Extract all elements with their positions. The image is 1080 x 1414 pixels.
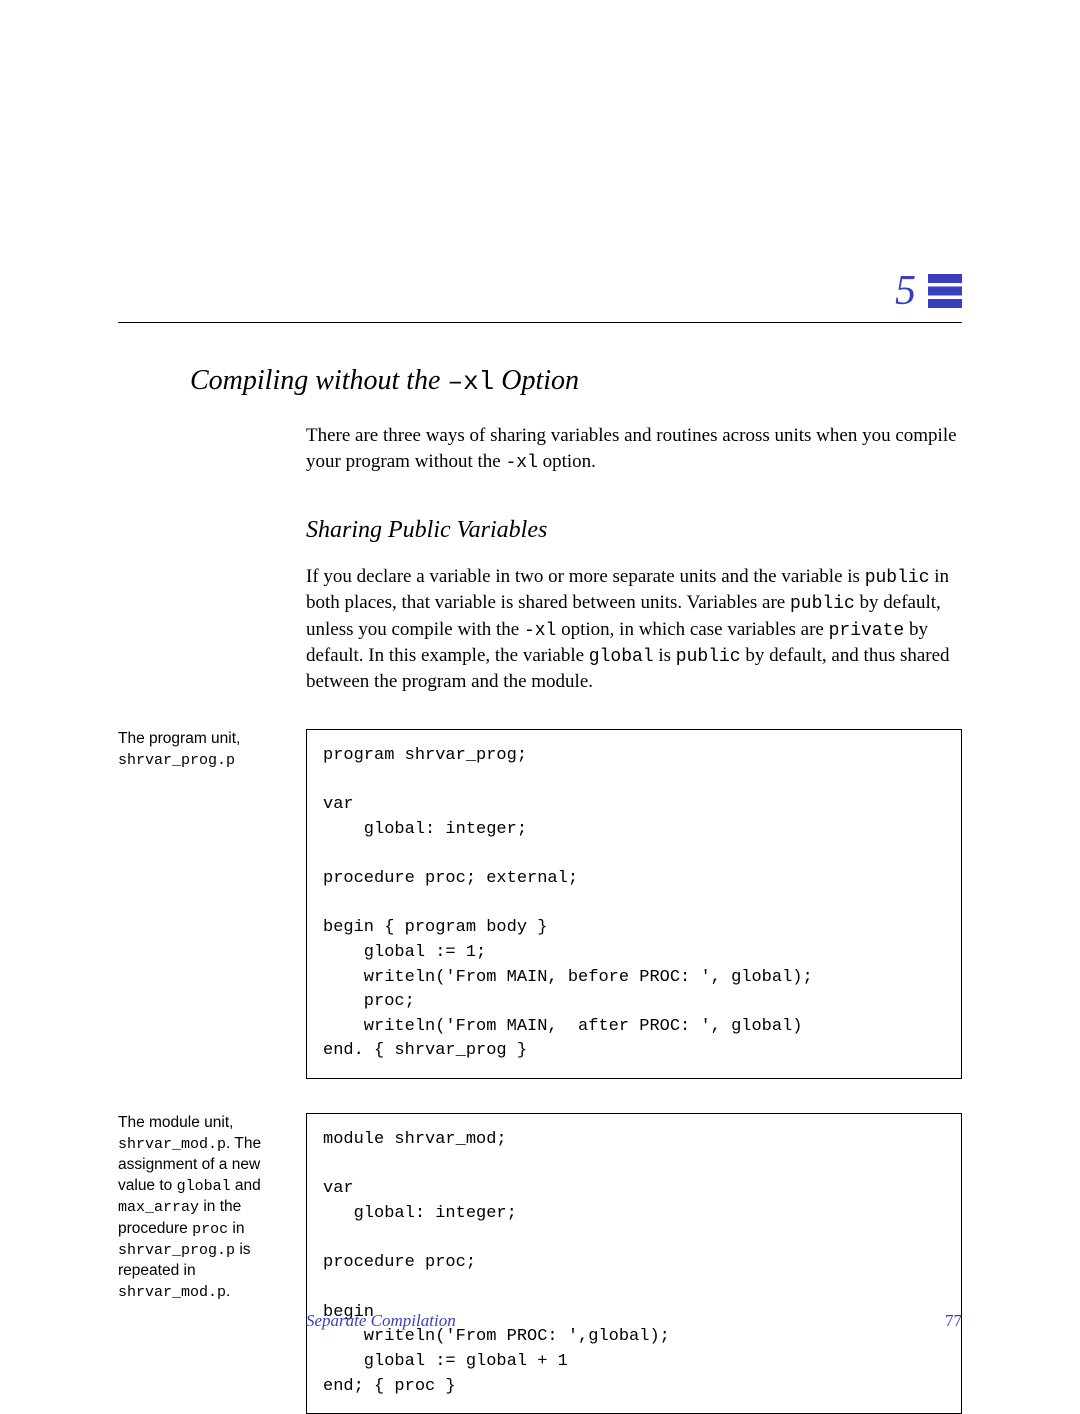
page-number: 77 [945, 1311, 962, 1331]
sidenote-1: The program unit, shrvar_prog.p [118, 729, 306, 771]
chapter-indicator: 5 [118, 270, 962, 312]
header-rule [118, 322, 962, 323]
sidenote-code: proc [192, 1221, 228, 1238]
sidenote-filename: shrvar_prog.p [118, 1242, 235, 1259]
sidenote-filename: shrvar_mod.p [118, 1136, 226, 1153]
body-code: global [589, 647, 654, 667]
page-body: 5 Compiling without the –xl Option There… [0, 0, 1080, 1414]
body-seg: If you declare a variable in two or more… [306, 566, 865, 587]
chapter-number: 5 [895, 270, 916, 312]
body-code: private [829, 621, 905, 641]
sidenote-2: The module unit, shrvar_mod.p. The assig… [118, 1113, 306, 1303]
body-code: public [790, 594, 855, 614]
code-listing-2: module shrvar_mod; var global: integer; … [306, 1113, 962, 1414]
intro-paragraph: There are three ways of sharing variable… [306, 423, 962, 475]
sidenote-text: in [228, 1220, 244, 1237]
sidenote-text: . [226, 1283, 230, 1300]
footer-title: Separate Compilation [306, 1311, 456, 1331]
sidenote-filename: shrvar_prog.p [118, 752, 235, 769]
sidenote-text: The program unit, [118, 730, 240, 747]
heading-post: Option [494, 365, 579, 396]
chapter-icon [928, 274, 962, 308]
sidenote-filename: shrvar_mod.p [118, 1284, 226, 1301]
body-paragraph: If you declare a variable in two or more… [306, 564, 962, 695]
heading-pre: Compiling without the [190, 365, 447, 396]
intro-text-1: There are three ways of sharing variable… [306, 425, 957, 472]
code-listing-1: program shrvar_prog; var global: integer… [306, 729, 962, 1079]
body-code: public [865, 568, 930, 588]
example-row-1: The program unit, shrvar_prog.p program … [118, 729, 962, 1079]
body-code: public [676, 647, 741, 667]
section-heading: Compiling without the –xl Option [190, 365, 962, 397]
subsection-heading: Sharing Public Variables [306, 517, 962, 544]
intro-text-2: option. [538, 451, 596, 472]
sidenote-code: max_array [118, 1199, 199, 1216]
page-footer: Separate Compilation 77 [118, 1311, 962, 1331]
example-row-2: The module unit, shrvar_mod.p. The assig… [118, 1113, 962, 1414]
body-seg: option, in which case variables are [556, 619, 828, 640]
heading-option: –xl [447, 367, 494, 397]
sidenote-code: global [177, 1178, 231, 1195]
body-seg: is [654, 645, 676, 666]
sidenote-text: and [231, 1177, 261, 1194]
sidenote-text: The module unit, [118, 1114, 233, 1131]
body-code: -xl [524, 621, 556, 641]
intro-option: -xl [505, 453, 537, 473]
